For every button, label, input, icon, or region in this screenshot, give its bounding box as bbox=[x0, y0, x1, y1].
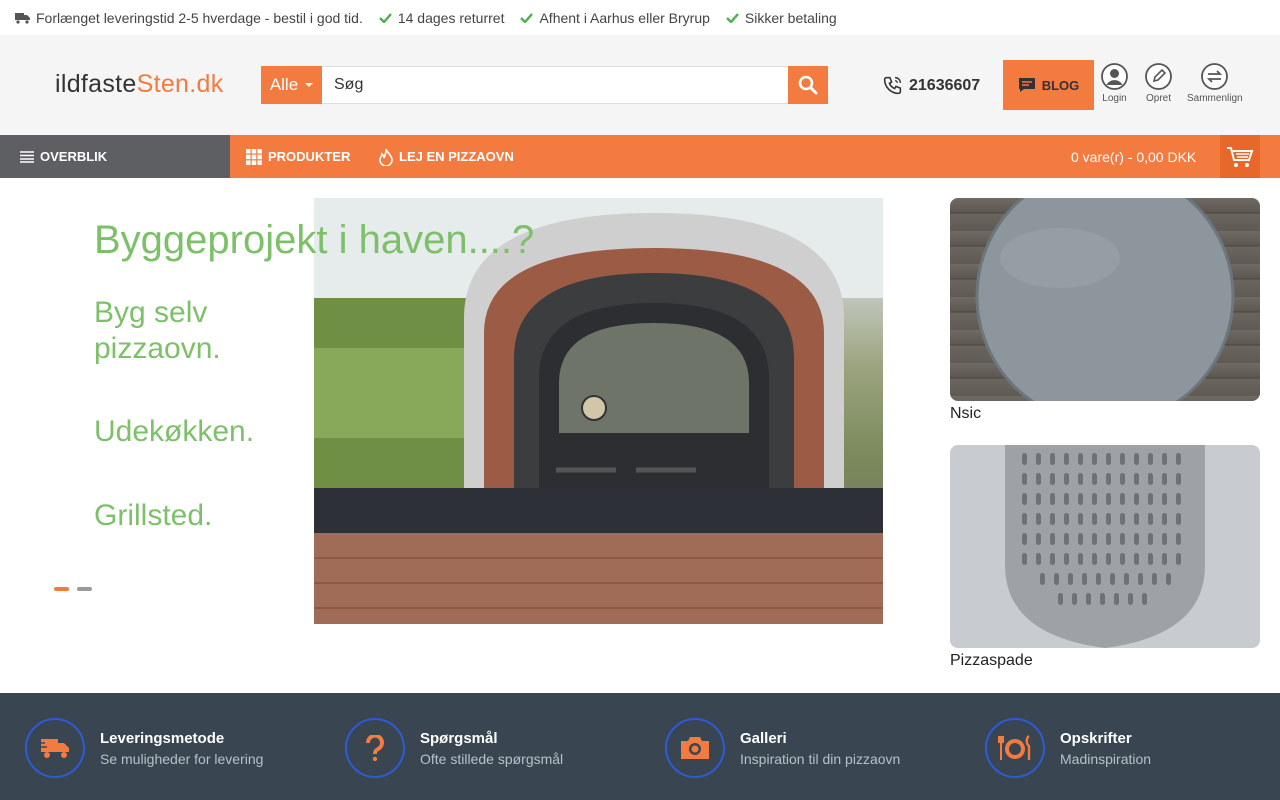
product-name[interactable]: Nsic bbox=[950, 405, 1260, 423]
search-category-select[interactable]: Alle bbox=[261, 66, 322, 104]
info-delivery[interactable]: Leveringsmetode Se muligheder for leveri… bbox=[25, 718, 263, 778]
blog-label: BLOG bbox=[1041, 77, 1080, 93]
menu-icon bbox=[20, 150, 34, 163]
side-product-card[interactable]: Pizzaspade bbox=[950, 445, 1260, 670]
hero-line-2: Udekøkken. bbox=[94, 415, 255, 448]
cart-icon bbox=[1227, 146, 1254, 167]
compare-link[interactable]: Sammenlign bbox=[1187, 63, 1243, 104]
info-icon-circle bbox=[25, 718, 85, 778]
user-icon bbox=[1101, 63, 1128, 90]
product-image bbox=[950, 445, 1260, 648]
login-label: Login bbox=[1102, 93, 1127, 104]
nav-products[interactable]: PRODUKTER bbox=[246, 135, 350, 178]
info-bar: Leveringsmetode Se muligheder for leveri… bbox=[0, 693, 1280, 800]
product-name[interactable]: Pizzaspade bbox=[950, 652, 1260, 670]
info-title: Spørgsmål bbox=[420, 729, 498, 747]
create-label: Opret bbox=[1145, 93, 1171, 104]
info-title: Galleri bbox=[740, 729, 787, 747]
info-subtitle: Ofte stillede spørgsmål bbox=[420, 750, 564, 767]
chat-icon bbox=[1018, 78, 1035, 92]
info-recipes[interactable]: Opskrifter Madinspiration bbox=[985, 718, 1151, 778]
grid-icon bbox=[246, 148, 262, 165]
nav-rent-label: LEJ EN PIZZAOVN bbox=[399, 149, 514, 164]
info-gallery[interactable]: Galleri Inspiration til din pizzaovn bbox=[665, 718, 900, 778]
usp-payment: Sikker betaling bbox=[726, 10, 837, 26]
usp-text: 14 dages returret bbox=[397, 9, 505, 26]
info-subtitle: Madinspiration bbox=[1060, 750, 1152, 767]
camera-icon bbox=[681, 737, 709, 759]
login-link[interactable]: Login bbox=[1101, 63, 1128, 104]
nav-overview[interactable]: OVERBLIK bbox=[0, 135, 230, 178]
phone-link[interactable]: 21636607 bbox=[882, 75, 980, 96]
side-product-card[interactable]: Nsic bbox=[950, 198, 1260, 423]
nav-overview-label: OVERBLIK bbox=[40, 149, 108, 164]
site-logo[interactable]: ildfasteSten.dk bbox=[55, 70, 224, 99]
search-bar: Alle bbox=[261, 66, 828, 104]
pizza-stone-illustration bbox=[975, 198, 1235, 401]
usp-pickup: Afhent i Aarhus eller Bryrup bbox=[520, 9, 710, 26]
nav-rent-pizza-oven[interactable]: LEJ EN PIZZAOVN bbox=[379, 135, 514, 178]
caret-down-icon bbox=[305, 83, 314, 87]
product-image bbox=[950, 198, 1260, 401]
truck-icon bbox=[15, 12, 30, 24]
info-icon-circle bbox=[345, 718, 405, 778]
search-button[interactable] bbox=[788, 66, 828, 104]
phone-icon bbox=[883, 76, 902, 95]
logo-part-1: ildfaste bbox=[55, 70, 137, 98]
usp-return: 14 dages returret bbox=[378, 9, 505, 26]
nav-products-label: PRODUKTER bbox=[268, 149, 351, 164]
info-subtitle: Se muligheder for levering bbox=[100, 750, 264, 767]
logo-part-2: Sten.dk bbox=[136, 70, 224, 98]
flame-icon bbox=[379, 148, 393, 166]
check-icon bbox=[520, 12, 534, 23]
compare-label: Sammenlign bbox=[1187, 93, 1243, 104]
hero-line-3: Grillsted. bbox=[94, 499, 213, 532]
create-account-link[interactable]: Opret bbox=[1145, 63, 1172, 104]
check-icon bbox=[378, 12, 392, 23]
usp-bar: Forlænget leveringstid 2-5 hverdage - be… bbox=[0, 0, 1280, 35]
search-icon bbox=[798, 75, 818, 95]
search-category-label: Alle bbox=[269, 75, 299, 94]
slider-dot-active[interactable] bbox=[54, 587, 69, 591]
info-title: Opskrifter bbox=[1060, 729, 1132, 747]
question-icon bbox=[366, 735, 384, 761]
compare-arrows-icon bbox=[1201, 63, 1229, 90]
usp-text: Forlænget leveringstid 2-5 hverdage - be… bbox=[36, 9, 363, 26]
search-input[interactable] bbox=[322, 66, 788, 104]
main-nav: OVERBLIK PRODUKTER LEJ EN PIZZAOVN 0 var… bbox=[0, 135, 1280, 178]
cart-button[interactable] bbox=[1220, 135, 1260, 178]
info-questions[interactable]: Spørgsmål Ofte stillede spørgsmål bbox=[345, 718, 563, 778]
pencil-icon bbox=[1145, 63, 1172, 90]
usp-text: Afhent i Aarhus eller Bryrup bbox=[539, 9, 710, 26]
usp-text: Sikker betaling bbox=[744, 9, 837, 26]
site-header: ildfasteSten.dk Alle 21636607 BLOG Login… bbox=[0, 35, 1280, 135]
hero-title: Byggeprojekt i haven....? bbox=[94, 218, 535, 262]
slider-dot[interactable] bbox=[77, 587, 92, 591]
hero-slider[interactable]: Byggeprojekt i haven....? Byg selv pizza… bbox=[64, 198, 883, 624]
info-icon-circle bbox=[985, 718, 1045, 778]
phone-number: 21636607 bbox=[909, 76, 981, 94]
check-icon bbox=[726, 12, 739, 23]
info-title: Leveringsmetode bbox=[100, 729, 225, 747]
pizza-peel-illustration bbox=[1005, 445, 1205, 648]
blog-button[interactable]: BLOG bbox=[1003, 60, 1094, 110]
plate-cutlery-icon bbox=[998, 735, 1031, 760]
cart-summary[interactable]: 0 vare(r) - 0,00 DKK bbox=[1071, 135, 1196, 178]
info-icon-circle bbox=[665, 718, 725, 778]
info-subtitle: Inspiration til din pizzaovn bbox=[740, 750, 901, 767]
usp-delivery: Forlænget leveringstid 2-5 hverdage - be… bbox=[15, 10, 363, 26]
delivery-truck-icon bbox=[39, 739, 69, 758]
hero-line-1: Byg selv pizzaovn. bbox=[94, 296, 221, 365]
